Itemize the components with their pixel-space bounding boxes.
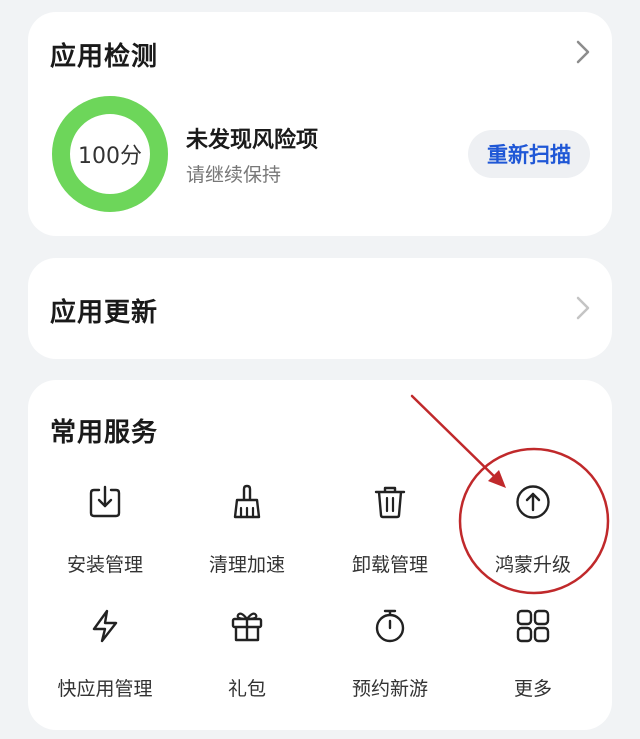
- rescan-button[interactable]: 重新扫描: [468, 130, 590, 178]
- service-uninstall-manage[interactable]: 卸载管理: [325, 484, 455, 594]
- app-update-title: 应用更新: [50, 298, 159, 328]
- service-gift-pack[interactable]: 礼包: [182, 608, 312, 718]
- grid-icon: [516, 609, 550, 643]
- upgrade-arrow-icon: [516, 485, 550, 519]
- stopwatch-icon: [375, 609, 405, 643]
- service-harmony-upgrade[interactable]: 鸿蒙升级: [468, 484, 598, 594]
- status-title: 未发现风险项: [186, 128, 319, 153]
- service-label: 卸载管理: [351, 554, 428, 576]
- service-more[interactable]: 更多: [468, 608, 598, 718]
- service-label: 礼包: [227, 678, 266, 700]
- app-detection-card[interactable]: 应用检测 100分 未发现风险项 请继续保持 重新扫描: [28, 12, 612, 236]
- install-icon: [89, 485, 121, 518]
- service-quick-app-manage[interactable]: 快应用管理: [40, 608, 170, 718]
- trash-icon: [374, 486, 406, 519]
- app-update-card[interactable]: 应用更新: [28, 258, 612, 359]
- service-label: 鸿蒙升级: [494, 554, 571, 576]
- gift-icon: [231, 612, 263, 642]
- score-value: 100分: [78, 144, 142, 169]
- common-services-card: 常用服务 安装管理 清理加速 卸载管理 鸿蒙升级 快应用管理 礼包 预约新游 更…: [28, 380, 612, 730]
- service-preorder-games[interactable]: 预约新游: [325, 608, 455, 718]
- lightning-icon: [92, 609, 118, 643]
- service-label: 清理加速: [208, 554, 285, 576]
- common-services-title: 常用服务: [50, 418, 159, 448]
- service-clean-boost[interactable]: 清理加速: [182, 484, 312, 594]
- broom-icon: [233, 484, 261, 519]
- service-install-manage[interactable]: 安装管理: [40, 484, 170, 594]
- service-label: 更多: [513, 678, 552, 700]
- status-subtitle: 请继续保持: [186, 164, 282, 186]
- service-label: 预约新游: [351, 678, 428, 700]
- app-detection-title: 应用检测: [50, 42, 159, 72]
- service-label: 快应用管理: [57, 678, 153, 700]
- chevron-right-icon[interactable]: [576, 296, 590, 320]
- service-label: 安装管理: [66, 554, 143, 576]
- chevron-right-icon[interactable]: [576, 40, 590, 64]
